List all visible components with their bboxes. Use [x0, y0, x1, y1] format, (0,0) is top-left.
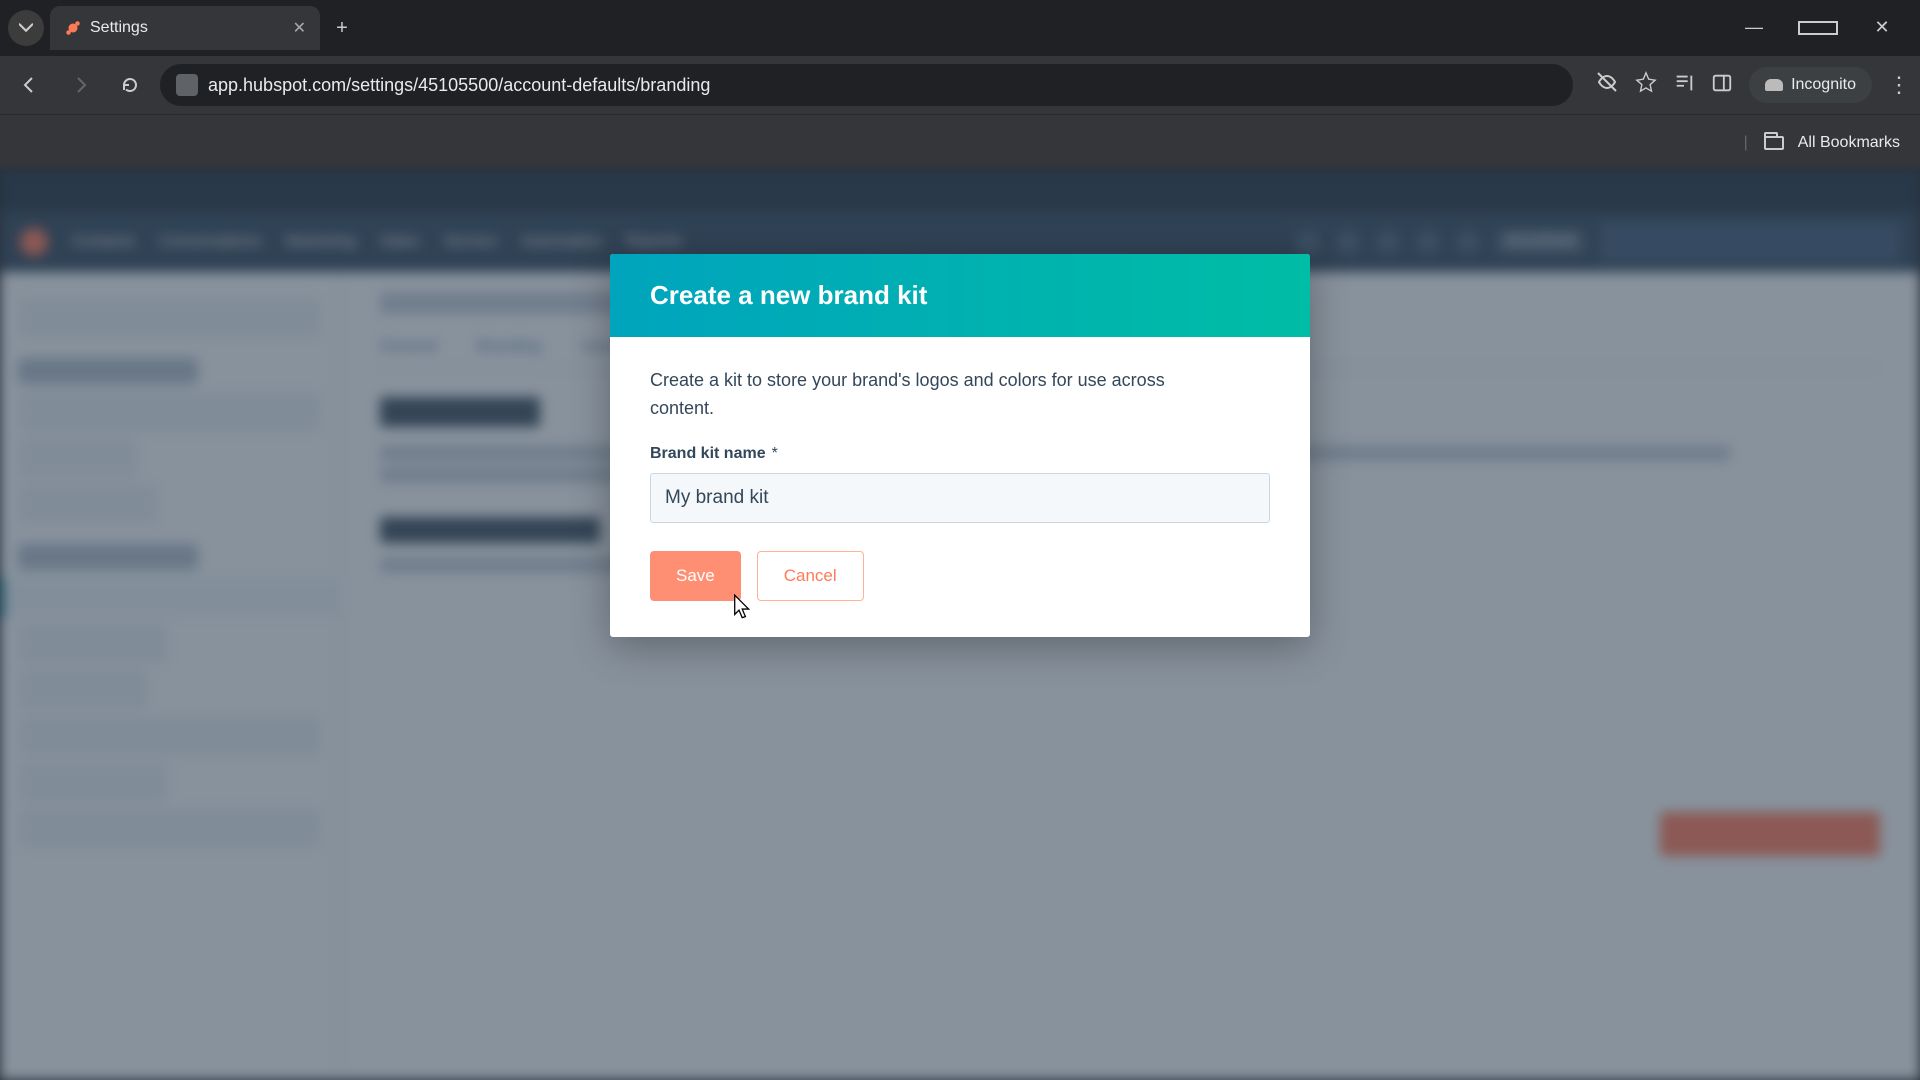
tab-search-button[interactable]	[8, 10, 44, 46]
all-bookmarks-link[interactable]: All Bookmarks	[1798, 134, 1900, 152]
arrow-right-icon	[70, 75, 90, 95]
folder-icon	[1764, 136, 1784, 150]
nav-back-button[interactable]	[10, 65, 50, 105]
brand-kit-name-field: Brand kit name *	[650, 445, 1270, 523]
cancel-button[interactable]: Cancel	[757, 551, 864, 601]
window-minimize-button[interactable]	[1734, 17, 1774, 40]
modal-header: Create a new brand kit	[610, 254, 1310, 337]
address-bar-actions: Incognito ⋮	[1595, 67, 1910, 103]
required-marker: *	[772, 445, 778, 462]
window-controls	[1734, 17, 1920, 40]
tab-strip: Settings ✕ +	[0, 0, 1920, 56]
modal-title: Create a new brand kit	[650, 280, 1270, 311]
browser-chrome: Settings ✕ + app.hubspot.com/settings/45…	[0, 0, 1920, 170]
field-label: Brand kit name	[650, 445, 766, 462]
chevron-down-icon	[19, 21, 33, 35]
nav-reload-button[interactable]	[110, 65, 150, 105]
address-bar[interactable]: app.hubspot.com/settings/45105500/accoun…	[160, 64, 1573, 106]
url-text: app.hubspot.com/settings/45105500/accoun…	[208, 75, 710, 96]
new-tab-button[interactable]: +	[326, 12, 358, 44]
brand-kit-name-input[interactable]	[650, 473, 1270, 523]
nav-forward-button[interactable]	[60, 65, 100, 105]
address-row: app.hubspot.com/settings/45105500/accoun…	[0, 56, 1920, 114]
bookmarks-bar: | All Bookmarks	[0, 114, 1920, 170]
reading-list-icon[interactable]	[1673, 72, 1695, 99]
bookmark-separator: |	[1744, 134, 1748, 152]
incognito-icon	[1765, 79, 1783, 91]
window-close-button[interactable]	[1862, 17, 1902, 40]
browser-tab[interactable]: Settings ✕	[50, 6, 320, 50]
mouse-cursor-icon	[726, 593, 752, 623]
create-brand-kit-modal: Create a new brand kit Create a kit to s…	[610, 254, 1310, 637]
browser-menu-button[interactable]: ⋮	[1888, 72, 1910, 98]
window-maximize-button[interactable]	[1798, 17, 1838, 40]
incognito-label: Incognito	[1791, 76, 1856, 94]
bookmark-star-icon[interactable]	[1635, 71, 1657, 99]
hubspot-favicon-icon	[64, 19, 82, 37]
eye-off-icon[interactable]	[1595, 70, 1619, 100]
tab-title: Settings	[90, 19, 285, 37]
tab-close-button[interactable]: ✕	[293, 18, 306, 38]
modal-body: Create a kit to store your brand's logos…	[610, 337, 1310, 637]
incognito-badge[interactable]: Incognito	[1749, 67, 1872, 103]
site-info-icon[interactable]	[176, 74, 198, 96]
arrow-left-icon	[20, 75, 40, 95]
reload-icon	[120, 75, 140, 95]
modal-description: Create a kit to store your brand's logos…	[650, 367, 1210, 423]
side-panel-icon[interactable]	[1711, 72, 1733, 99]
